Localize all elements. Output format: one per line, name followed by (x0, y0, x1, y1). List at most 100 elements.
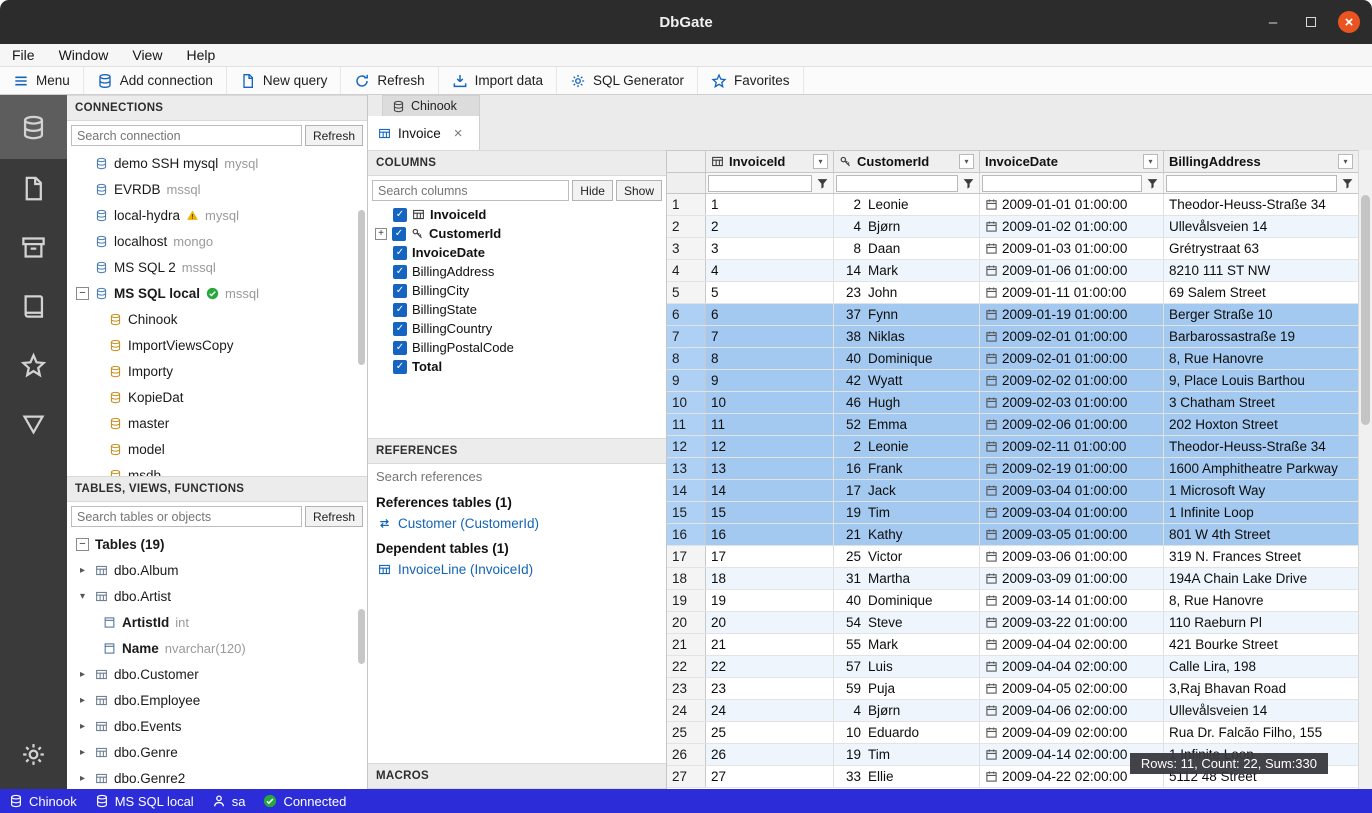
toolbar-refresh[interactable]: Refresh (341, 67, 438, 94)
cell-billingaddress[interactable]: 421 Bourke Street (1164, 634, 1358, 655)
cell-billingaddress[interactable]: 69 Salem Street (1164, 282, 1358, 303)
cell-invoiceid[interactable]: 23 (706, 678, 834, 699)
cell-billingaddress[interactable]: Theodor-Heuss-Straße 34 (1164, 436, 1358, 457)
filter-input-invoiceid[interactable] (708, 175, 812, 192)
sidebar-item-cell-data[interactable] (0, 395, 67, 454)
cell-billingaddress[interactable]: 9, Place Louis Barthou (1164, 370, 1358, 391)
statusbar-database[interactable]: Chinook (0, 789, 86, 813)
reference-item[interactable]: Customer (CustomerId) (368, 513, 666, 534)
table-row[interactable]: 9942Wyatt2009-02-02 01:00:009, Place Lou… (667, 370, 1358, 392)
tables-search-input[interactable] (71, 506, 302, 527)
table-row[interactable]: 171725Victor2009-03-06 01:00:00319 N. Fr… (667, 546, 1358, 568)
cell-customerid[interactable]: 14Mark (834, 260, 980, 281)
column-check-item[interactable]: ✓BillingAddress (368, 262, 666, 281)
column-check-item[interactable]: ✓BillingCountry (368, 319, 666, 338)
column-header-invoicedate[interactable]: InvoiceDate▾ (980, 151, 1164, 172)
cell-invoiceid[interactable]: 21 (706, 634, 834, 655)
cell-invoiceid[interactable]: 5 (706, 282, 834, 303)
cell-billingaddress[interactable]: 8, Rue Hanovre (1164, 590, 1358, 611)
sidebar-item-files[interactable] (0, 159, 67, 218)
tab-invoice[interactable]: Invoice × (368, 116, 480, 150)
cell-invoicedate[interactable]: 2009-03-14 01:00:00 (980, 590, 1164, 611)
cell-invoiceid[interactable]: 13 (706, 458, 834, 479)
connection-item[interactable]: demo SSH mysqlmysql (67, 150, 367, 176)
table-row[interactable]: 232359Puja2009-04-05 02:00:003,Raj Bhava… (667, 678, 1358, 700)
checkbox[interactable]: ✓ (393, 246, 407, 260)
toolbar-sql-generator[interactable]: SQL Generator (557, 67, 698, 94)
cell-invoicedate[interactable]: 2009-02-06 01:00:00 (980, 414, 1164, 435)
menu-help[interactable]: Help (186, 47, 215, 63)
cell-customerid[interactable]: 31Martha (834, 568, 980, 589)
cell-customerid[interactable]: 2Leonie (834, 436, 980, 457)
cell-customerid[interactable]: 4Bjørn (834, 216, 980, 237)
cell-invoiceid[interactable]: 3 (706, 238, 834, 259)
checkbox[interactable]: ✓ (393, 284, 407, 298)
cell-invoiceid[interactable]: 16 (706, 524, 834, 545)
cell-invoiceid[interactable]: 22 (706, 656, 834, 677)
columns-search-input[interactable] (372, 180, 569, 201)
cell-invoicedate[interactable]: 2009-02-03 01:00:00 (980, 392, 1164, 413)
cell-invoicedate[interactable]: 2009-01-06 01:00:00 (980, 260, 1164, 281)
connection-search-input[interactable] (71, 125, 302, 146)
menu-window[interactable]: Window (59, 47, 109, 63)
scrollbar-thumb[interactable] (358, 210, 365, 365)
column-check-item[interactable]: ✓InvoiceId (368, 205, 666, 224)
checkbox[interactable]: ✓ (393, 265, 407, 279)
cell-invoiceid[interactable]: 18 (706, 568, 834, 589)
cell-billingaddress[interactable]: Barbarossastraße 19 (1164, 326, 1358, 347)
toolbar-favorites[interactable]: Favorites (698, 67, 804, 94)
sidebar-item-archive[interactable] (0, 218, 67, 277)
cell-invoicedate[interactable]: 2009-01-19 01:00:00 (980, 304, 1164, 325)
table-row[interactable]: 24244Bjørn2009-04-06 02:00:00Ullevålsvei… (667, 700, 1358, 722)
table-row[interactable]: 131316Frank2009-02-19 01:00:001600 Amphi… (667, 458, 1358, 480)
database-item[interactable]: ImportViewsCopy (67, 332, 367, 358)
column-check-item[interactable]: ✓InvoiceDate (368, 243, 666, 262)
cell-invoicedate[interactable]: 2009-03-04 01:00:00 (980, 502, 1164, 523)
show-button[interactable]: Show (616, 180, 662, 201)
cell-customerid[interactable]: 19Tim (834, 502, 980, 523)
cell-billingaddress[interactable]: Calle Lira, 198 (1164, 656, 1358, 677)
scrollbar-thumb[interactable] (358, 609, 365, 664)
cell-billingaddress[interactable]: 3,Raj Bhavan Road (1164, 678, 1358, 699)
cell-customerid[interactable]: 23John (834, 282, 980, 303)
cell-customerid[interactable]: 25Victor (834, 546, 980, 567)
cell-customerid[interactable]: 59Puja (834, 678, 980, 699)
cell-invoiceid[interactable]: 10 (706, 392, 834, 413)
filter-input-customerid[interactable] (836, 175, 958, 192)
cell-customerid[interactable]: 33Ellie (834, 766, 980, 787)
chevron-right-icon[interactable]: ▸ (76, 747, 89, 758)
checkbox[interactable]: ✓ (393, 303, 407, 317)
table-row[interactable]: 338Daan2009-01-03 01:00:00Grétrystraat 6… (667, 238, 1358, 260)
cell-customerid[interactable]: 17Jack (834, 480, 980, 501)
cell-billingaddress[interactable]: 202 Hoxton Street (1164, 414, 1358, 435)
cell-invoicedate[interactable]: 2009-04-04 02:00:00 (980, 656, 1164, 677)
cell-invoiceid[interactable]: 1 (706, 194, 834, 215)
cell-customerid[interactable]: 55Mark (834, 634, 980, 655)
cell-billingaddress[interactable]: 1600 Amphitheatre Parkway (1164, 458, 1358, 479)
filter-input-invoicedate[interactable] (982, 175, 1142, 192)
statusbar-user[interactable]: sa (203, 789, 255, 813)
database-item[interactable]: model (67, 436, 367, 462)
cell-invoiceid[interactable]: 8 (706, 348, 834, 369)
table-row[interactable]: 8840Dominique2009-02-01 01:00:008, Rue H… (667, 348, 1358, 370)
table-item[interactable]: ▸dbo.Album (67, 557, 367, 583)
cell-customerid[interactable]: 16Frank (834, 458, 980, 479)
filter-button[interactable] (1339, 175, 1356, 192)
cell-billingaddress[interactable]: Berger Straße 10 (1164, 304, 1358, 325)
collapse-toggle[interactable]: − (76, 287, 89, 300)
table-item[interactable]: ▸dbo.Genre2 (67, 765, 367, 789)
cell-invoiceid[interactable]: 2 (706, 216, 834, 237)
cell-invoicedate[interactable]: 2009-04-09 02:00:00 (980, 722, 1164, 743)
table-item[interactable]: ▸dbo.Employee (67, 687, 367, 713)
checkbox[interactable]: ✓ (393, 208, 407, 222)
table-row[interactable]: 6637Fynn2009-01-19 01:00:00Berger Straße… (667, 304, 1358, 326)
cell-invoicedate[interactable]: 2009-04-04 02:00:00 (980, 634, 1164, 655)
column-dropdown[interactable]: ▾ (1143, 154, 1158, 169)
column-check-item[interactable]: +✓CustomerId (368, 224, 666, 243)
column-check-item[interactable]: ✓BillingCity (368, 281, 666, 300)
hide-button[interactable]: Hide (572, 180, 613, 201)
filter-button[interactable] (960, 175, 977, 192)
cell-invoicedate[interactable]: 2009-04-05 02:00:00 (980, 678, 1164, 699)
cell-invoicedate[interactable]: 2009-02-19 01:00:00 (980, 458, 1164, 479)
cell-invoiceid[interactable]: 26 (706, 744, 834, 765)
